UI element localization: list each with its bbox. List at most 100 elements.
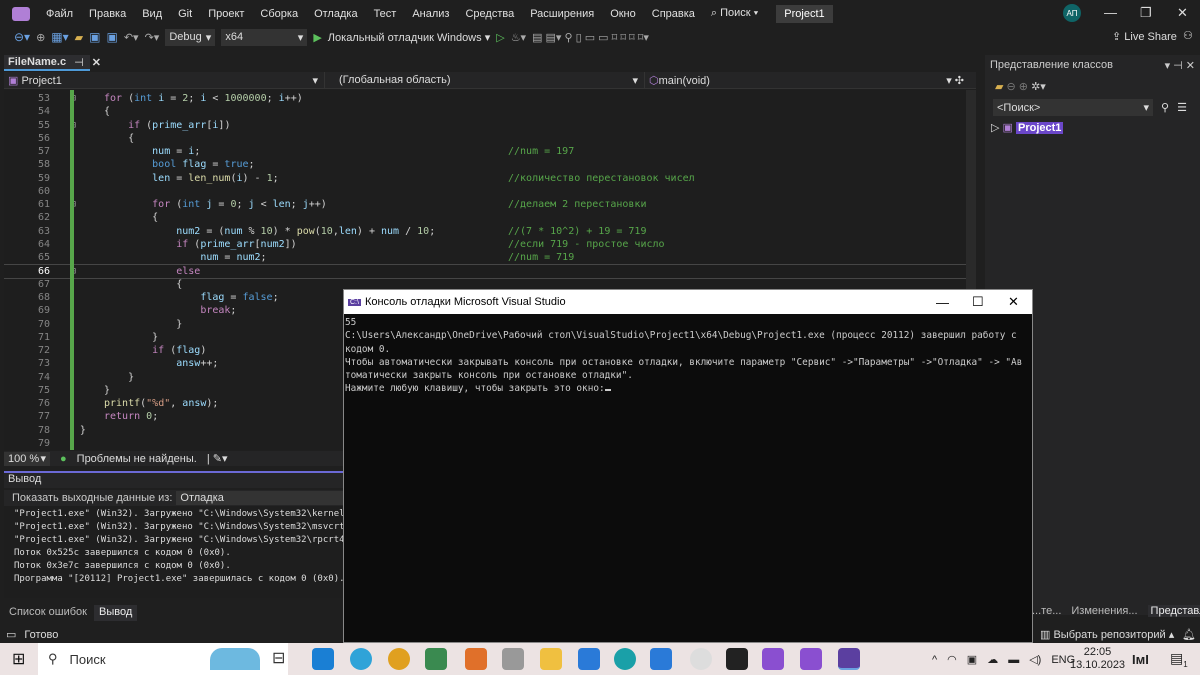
volume-icon[interactable]: ◁) xyxy=(1029,653,1041,666)
code-line[interactable]: 65 num = num2; //num = 719 xyxy=(4,251,968,264)
run-without-debug-icon[interactable]: ▷ xyxy=(496,31,504,44)
edge-icon[interactable] xyxy=(350,648,372,670)
start-icon[interactable]: ⊞ xyxy=(12,649,25,669)
database-icon[interactable] xyxy=(502,648,524,670)
tab-filename-c[interactable]: FileName.c ⊣ ✕ xyxy=(4,55,101,71)
output-source-select[interactable]: Отладка xyxy=(176,491,344,505)
code-line[interactable]: 64 if (prime_arr[num2]) //если 719 - прост… xyxy=(4,238,968,251)
output-text[interactable]: "Project1.exe" (Win32). Загружено "C:\Wi… xyxy=(4,506,344,598)
console-maximize[interactable]: ☐ xyxy=(972,294,984,310)
problems-status[interactable]: Проблемы не найдены. xyxy=(77,453,197,465)
menu-build[interactable]: Сборка xyxy=(252,8,306,20)
open-icon[interactable]: ▰ xyxy=(75,31,83,44)
redo-icon[interactable]: ↷▾ xyxy=(145,31,160,44)
avatar[interactable]: АП xyxy=(1063,4,1081,22)
app-m-icon[interactable]: IᴍI xyxy=(1132,652,1149,667)
visual-studio-icon[interactable] xyxy=(762,648,784,670)
clock[interactable]: 22:05 13.10.2023 xyxy=(1070,646,1125,672)
restore-button[interactable]: ❐ xyxy=(1140,5,1152,21)
app-icon[interactable] xyxy=(425,648,447,670)
wifi-icon[interactable]: ◠ xyxy=(947,653,957,666)
function-dropdown[interactable]: ⬡main(void) ▾ ✣ xyxy=(644,72,970,88)
platform-select[interactable]: x64 ▾ xyxy=(221,28,308,46)
code-line[interactable]: 63 num2 = (num % 10) * pow(10,len) + num … xyxy=(4,225,968,238)
close-button[interactable]: ✕ xyxy=(1177,5,1188,21)
onedrive-icon[interactable]: ☁ xyxy=(987,653,998,666)
code-line[interactable]: 66⊟else xyxy=(4,263,968,279)
menu-analyze[interactable]: Анализ xyxy=(404,8,457,20)
code-line[interactable]: 56 { xyxy=(4,132,968,145)
bell-icon[interactable]: 🔔︎ xyxy=(1182,628,1196,641)
save-all-icon[interactable]: ▣ xyxy=(106,30,117,44)
code-line[interactable]: 58 bool flag = true; xyxy=(4,158,968,171)
menu-project[interactable]: Проект xyxy=(200,8,252,20)
code-line[interactable]: 57 num = i; //num = 197 xyxy=(4,145,968,158)
code-line[interactable]: 61⊟for (int j = 0; j < len; j++)//делаем… xyxy=(4,198,968,211)
code-line[interactable]: 60 xyxy=(4,185,968,198)
save-icon[interactable]: ▣ xyxy=(89,30,100,44)
menu-extensions[interactable]: Расширения xyxy=(522,8,602,20)
chrome-icon[interactable] xyxy=(388,648,410,670)
task-view-icon[interactable]: ⊟ xyxy=(272,648,294,670)
code-line[interactable]: 59 len = len_num(i) - 1; //количество пере… xyxy=(4,172,968,185)
battery-icon[interactable]: ▬ xyxy=(1008,654,1019,666)
toolbar-misc-icon[interactable]: ▤ ▤▾ ⚲ ▯ ▭ ▭ ⌑ ⌑ ⌑ ⌑▾ xyxy=(532,31,649,44)
console-minimize[interactable]: — xyxy=(936,295,949,310)
console-close[interactable]: ✕ xyxy=(1008,294,1019,310)
app-face-icon[interactable] xyxy=(690,648,712,670)
run-icon[interactable]: ▶ xyxy=(313,31,321,44)
tab-class-view[interactable]: Представле... xyxy=(1147,605,1200,617)
arduino-icon[interactable] xyxy=(614,648,636,670)
hot-reload-icon[interactable]: ♨▾ xyxy=(511,31,526,44)
menu-help[interactable]: Справка xyxy=(644,8,703,20)
minimize-button[interactable]: — xyxy=(1104,5,1117,20)
menu-git[interactable]: Git xyxy=(170,8,200,20)
list-icon[interactable]: ☰ xyxy=(1177,101,1187,114)
xampp-icon[interactable] xyxy=(465,648,487,670)
visual-studio-2-icon[interactable] xyxy=(800,648,822,670)
menu-view[interactable]: Вид xyxy=(134,8,170,20)
menu-tools[interactable]: Средства xyxy=(457,8,522,20)
menu-edit[interactable]: Правка xyxy=(81,8,134,20)
code-line[interactable]: 55⊟if (prime_arr[i]) xyxy=(4,119,968,132)
console-taskbar-icon[interactable] xyxy=(838,648,860,670)
search-menu[interactable]: ⌕ Поиск ▾ xyxy=(703,7,766,20)
app-infinity-icon[interactable] xyxy=(578,648,600,670)
tree-item-project1[interactable]: ▷ ▣ Project1 xyxy=(985,118,1200,137)
tab-team[interactable]: ...те... xyxy=(1032,605,1061,617)
tab-error-list[interactable]: Список ошибок xyxy=(4,605,92,621)
new-project-icon[interactable]: ▦▾ xyxy=(51,30,68,44)
undo-icon[interactable]: ↶▾ xyxy=(124,31,139,44)
meet-icon[interactable]: ▣ xyxy=(967,653,977,666)
search-icon[interactable]: ⚲ xyxy=(1161,101,1169,114)
back-icon[interactable]: ⊖▾ xyxy=(14,30,30,44)
close-tab-icon[interactable]: ✕ xyxy=(92,56,101,69)
code-line[interactable]: 62 { xyxy=(4,211,968,224)
menu-file[interactable]: Файл xyxy=(38,8,81,20)
notifications-icon[interactable]: ▤1 xyxy=(1170,650,1188,669)
tab-changes[interactable]: Изменения... xyxy=(1071,605,1137,617)
code-line[interactable]: 53⊟for (int i = 2; i < 1000000; i++) xyxy=(4,92,968,105)
chevron-up-icon[interactable]: ^ xyxy=(932,654,937,666)
run-debugger-button[interactable]: Локальный отладчик Windows ▾ xyxy=(328,31,490,44)
pin-icon[interactable]: ⊣ xyxy=(74,56,84,69)
scope-dropdown[interactable]: (Глобальная область) ▾ xyxy=(324,72,644,88)
live-share-button[interactable]: ⇪ Live Share xyxy=(1112,30,1177,43)
feedback-icon[interactable]: ⚇ xyxy=(1183,29,1193,42)
config-select[interactable]: Debug ▾ xyxy=(165,28,216,46)
menu-test[interactable]: Тест xyxy=(366,8,405,20)
panel-controls[interactable]: ▾ ⊣ ✕ xyxy=(1165,59,1195,72)
class-view-toolbar[interactable]: ▰ ⊖ ⊕ ✲▾ xyxy=(985,76,1200,97)
mail-icon[interactable] xyxy=(312,648,334,670)
select-repo-button[interactable]: ▥ Выбрать репозиторий ▴ xyxy=(1040,628,1174,641)
folder-icon[interactable] xyxy=(540,648,562,670)
zoom-select[interactable]: 100 % ▾ xyxy=(4,451,50,466)
vscode-icon[interactable] xyxy=(650,648,672,670)
forward-icon[interactable]: ⊕ xyxy=(36,31,45,44)
menu-debug[interactable]: Отладка xyxy=(306,8,365,20)
debug-console-window[interactable]: C:\ Консоль отладки Microsoft Visual Stu… xyxy=(343,289,1033,643)
pycharm-icon[interactable] xyxy=(726,648,748,670)
project-dropdown[interactable]: ▣ Project1 ▾ xyxy=(4,72,324,88)
code-line[interactable]: 54 { xyxy=(4,105,968,118)
class-search-input[interactable]: <Поиск> ▾ xyxy=(993,99,1153,116)
